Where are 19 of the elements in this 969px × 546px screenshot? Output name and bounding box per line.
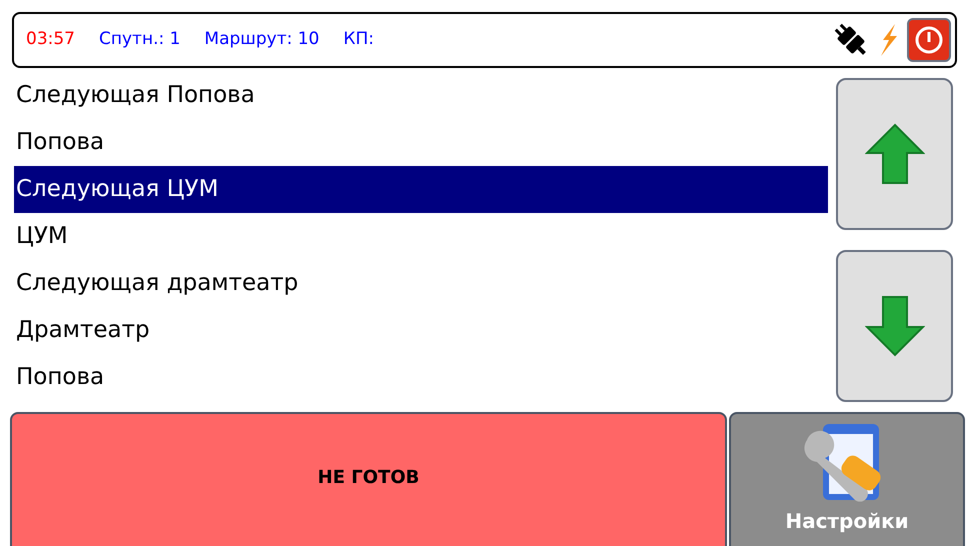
status-button[interactable]: НЕ ГОТОВ	[10, 412, 727, 546]
settings-label: Настройки	[785, 508, 909, 535]
power-icon	[914, 25, 944, 55]
status-text: Маршрут: 10	[204, 28, 320, 52]
stop-item[interactable]: Следующая ЦУМ	[14, 166, 828, 213]
stop-item[interactable]: Попова	[14, 119, 828, 166]
status-text: 03:57	[26, 28, 75, 52]
stop-item[interactable]: Следующая Попова	[14, 72, 828, 119]
stop-item[interactable]: Драмтеатр	[14, 307, 828, 354]
stop-item[interactable]: ЦУМ	[14, 213, 828, 260]
status-text: КП:	[343, 28, 374, 52]
stop-item[interactable]: Попова	[14, 354, 828, 401]
power-button[interactable]	[907, 18, 951, 62]
status-text: Спутн.: 1	[99, 28, 180, 52]
up-arrow-icon	[864, 123, 924, 185]
down-arrow-icon	[864, 295, 924, 357]
scroll-down-button[interactable]	[836, 250, 953, 402]
stop-item[interactable]: Следующая драмтеатр	[14, 260, 828, 307]
scroll-up-button[interactable]	[836, 78, 953, 230]
